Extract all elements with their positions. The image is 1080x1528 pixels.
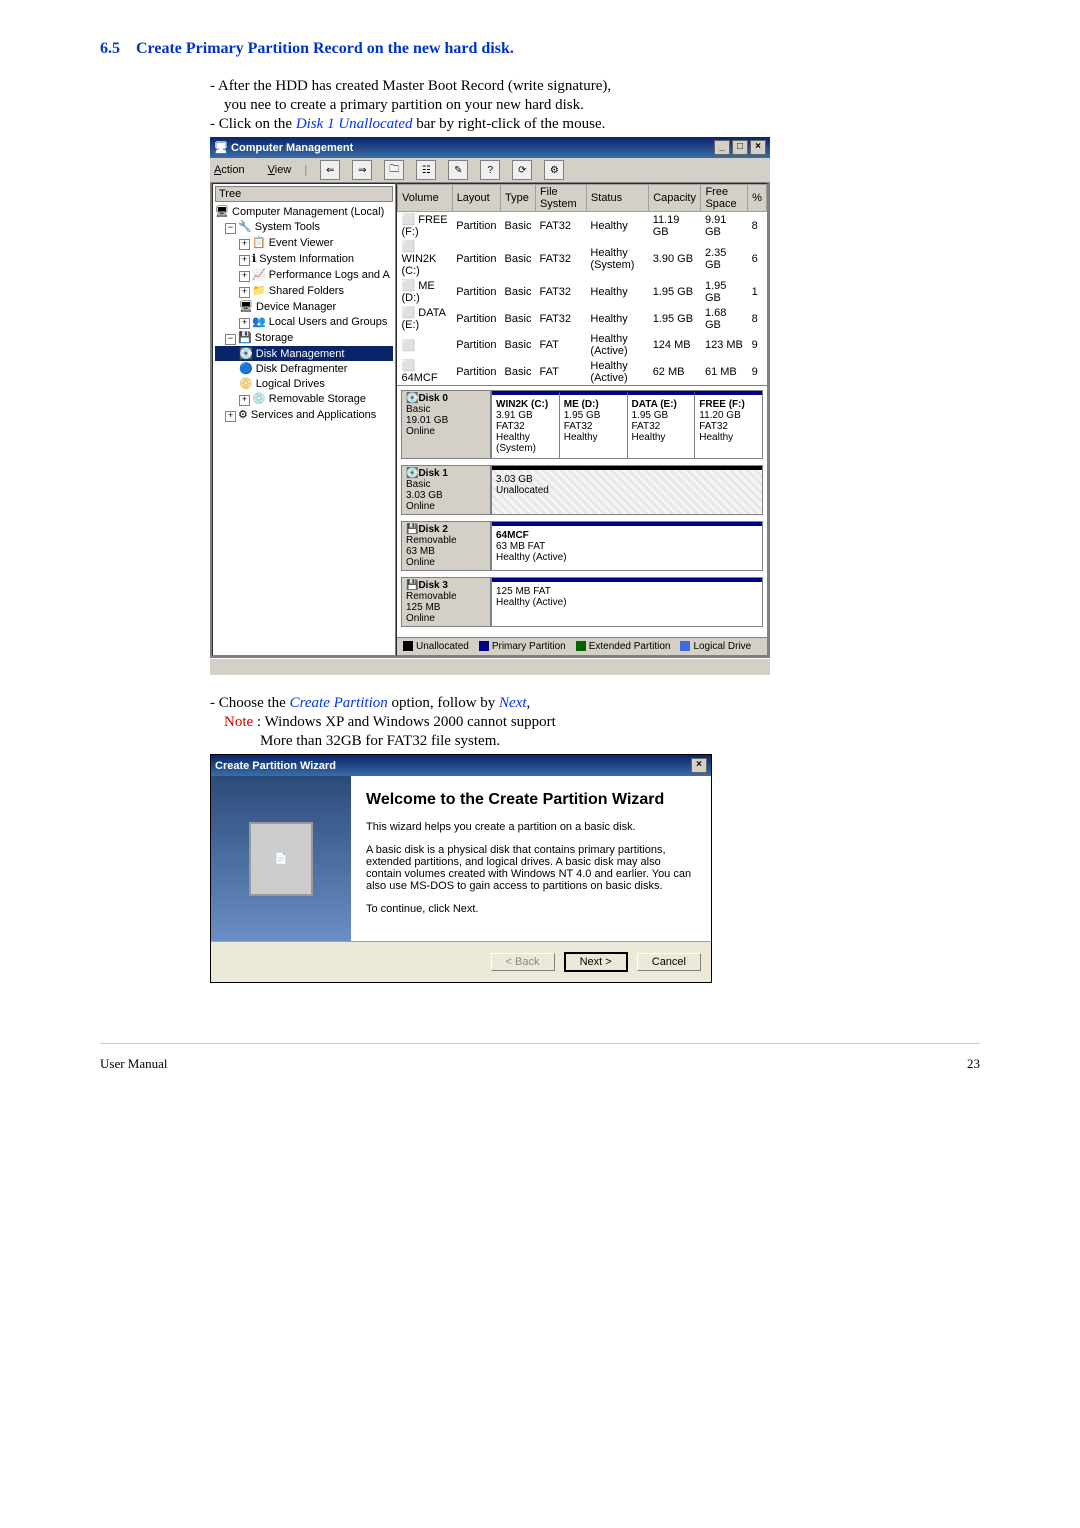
wizard-close-button[interactable]: × [691,758,707,773]
table-row[interactable]: ⬜ PartitionBasicFATHealthy (Active)124 M… [398,332,767,358]
menu-view[interactable]: View [268,164,292,176]
section-title: Create Primary Partition Record on the n… [136,40,514,57]
close-button[interactable]: × [750,140,766,155]
partition[interactable]: DATA (E:)1.95 GB FAT32Healthy [627,391,695,458]
partition[interactable]: WIN2K (C:)3.91 GB FAT32Healthy (System) [492,391,559,458]
tree-services[interactable]: +⚙ Services and Applications [215,407,393,423]
disk-graphic-area: 💽Disk 0Basic19.01 GBOnlineWIN2K (C:)3.91… [397,385,767,637]
cancel-button[interactable]: Cancel [637,953,701,971]
disk-info: 💾Disk 2Removable63 MBOnline [401,521,491,571]
bullet-1b: you nee to create a primary partition on… [210,97,980,114]
tree-users[interactable]: +👥 Local Users and Groups [215,314,393,330]
table-row[interactable]: ⬜ FREE (F:)PartitionBasicFAT32Healthy11.… [398,212,767,240]
nav-back-icon[interactable]: ⇐ [320,160,340,180]
col-layout[interactable]: Layout [452,185,500,212]
partition[interactable]: 64MCF63 MB FATHealthy (Active) [492,522,762,570]
up-icon[interactable]: 🗀 [384,160,404,180]
table-row[interactable]: ⬜ WIN2K (C:)PartitionBasicFAT32Healthy (… [398,239,767,278]
mid-1: - Choose the Create Partition option, fo… [210,695,980,712]
bullet-2: - Click on the Disk 1 Unallocated bar by… [210,116,980,133]
col-status[interactable]: Status [586,185,648,212]
partition-unallocated[interactable]: 3.03 GBUnallocated [492,466,762,514]
cm-menubar: Action View | ⇐ ⇒ 🗀 ☷ ✎ ? ⟳ ⚙ [210,158,770,183]
tree-event[interactable]: +📋 Event Viewer [215,235,393,251]
tree-root[interactable]: 🖥 Computer Management (Local) [215,204,393,219]
tree-devmgr[interactable]: 🖥 Device Manager [215,299,393,314]
tree-systools[interactable]: −🔧 System Tools [215,219,393,235]
legend: Unallocated Primary Partition Extended P… [397,637,767,655]
wizard-icon[interactable]: ⚙ [544,160,564,180]
wizard-p3: To continue, click Next. [366,903,696,915]
partition[interactable]: ME (D:)1.95 GB FAT32Healthy [559,391,627,458]
table-row[interactable]: ⬜ DATA (E:)PartitionBasicFAT32Healthy1.9… [398,305,767,332]
tree-storage[interactable]: −💾 Storage [215,330,393,346]
partition[interactable]: FREE (F:)11.20 GB FAT32Healthy [694,391,762,458]
disk-info: 💾Disk 3Removable125 MBOnline [401,577,491,627]
minimize-button[interactable]: _ [714,140,730,155]
nav-fwd-icon[interactable]: ⇒ [352,160,372,180]
mid-2: Note : Windows XP and Windows 2000 canno… [210,714,980,731]
tree-perf[interactable]: +📈 Performance Logs and A [215,267,393,283]
tree-logical[interactable]: 📀 Logical Drives [215,376,393,391]
footer-page: 23 [967,1056,980,1072]
wizard-title: Create Partition Wizard [215,760,336,772]
section-number: 6.5 [100,40,120,57]
next-button[interactable]: Next > [564,952,628,972]
col-volume[interactable]: Volume [398,185,453,212]
col-free[interactable]: Free Space [701,185,748,212]
cm-titlebar[interactable]: 🖥 Computer Management _ □ × [210,137,770,158]
footer-left: User Manual [100,1056,168,1072]
cm-title: 🖥 Computer Management [214,141,353,154]
mid-3: More than 32GB for FAT32 file system. [210,733,980,750]
wizard-sidebar: 📄 [211,776,351,941]
table-row[interactable]: ⬜ ME (D:)PartitionBasicFAT32Healthy1.95 … [398,278,767,305]
tree-removable[interactable]: +💿 Removable Storage [215,391,393,407]
disk-bar[interactable]: 64MCF63 MB FATHealthy (Active) [491,521,763,571]
wizard-p2: A basic disk is a physical disk that con… [366,844,696,892]
disk-bar[interactable]: WIN2K (C:)3.91 GB FAT32Healthy (System)M… [491,390,763,459]
table-row[interactable]: ⬜ 64MCFPartitionBasicFATHealthy (Active)… [398,358,767,385]
wizard-heading: Welcome to the Create Partition Wizard [366,791,696,809]
wizard-titlebar[interactable]: Create Partition Wizard × [211,755,711,776]
disk-info: 💽Disk 0Basic19.01 GBOnline [401,390,491,459]
tree-sysinfo[interactable]: +ℹ System Information [215,251,393,267]
col-fs[interactable]: File System [535,185,586,212]
tree-pane: Tree 🖥 Computer Management (Local) −🔧 Sy… [212,183,396,656]
wizard-main: Welcome to the Create Partition Wizard T… [351,776,711,941]
tree-defrag[interactable]: 🔵 Disk Defragmenter [215,361,393,376]
view-icon[interactable]: ☷ [416,160,436,180]
refresh-icon[interactable]: ⟳ [512,160,532,180]
col-capacity[interactable]: Capacity [649,185,701,212]
help-icon[interactable]: ? [480,160,500,180]
disk-bar[interactable]: 125 MB FATHealthy (Active) [491,577,763,627]
menu-action[interactable]: Action [214,164,255,176]
bullet-1: - After the HDD has created Master Boot … [210,78,980,95]
prop-icon[interactable]: ✎ [448,160,468,180]
partition[interactable]: 125 MB FATHealthy (Active) [492,578,762,626]
tree-shared[interactable]: +📁 Shared Folders [215,283,393,299]
volume-table: Volume Layout Type File System Status Ca… [397,184,767,385]
disk-bar[interactable]: 3.03 GBUnallocated [491,465,763,515]
maximize-button[interactable]: □ [732,140,748,155]
disk-info: 💽Disk 1Basic3.03 GBOnline [401,465,491,515]
back-button: < Back [491,953,555,971]
wizard-p1: This wizard helps you create a partition… [366,821,696,833]
wizard-graphic-icon: 📄 [249,822,313,896]
statusbar [210,658,770,675]
col-type[interactable]: Type [501,185,536,212]
col-pct[interactable]: % [748,185,767,212]
tree-tab[interactable]: Tree [215,186,393,202]
tree-diskmgmt[interactable]: 💽 Disk Management [215,346,393,361]
